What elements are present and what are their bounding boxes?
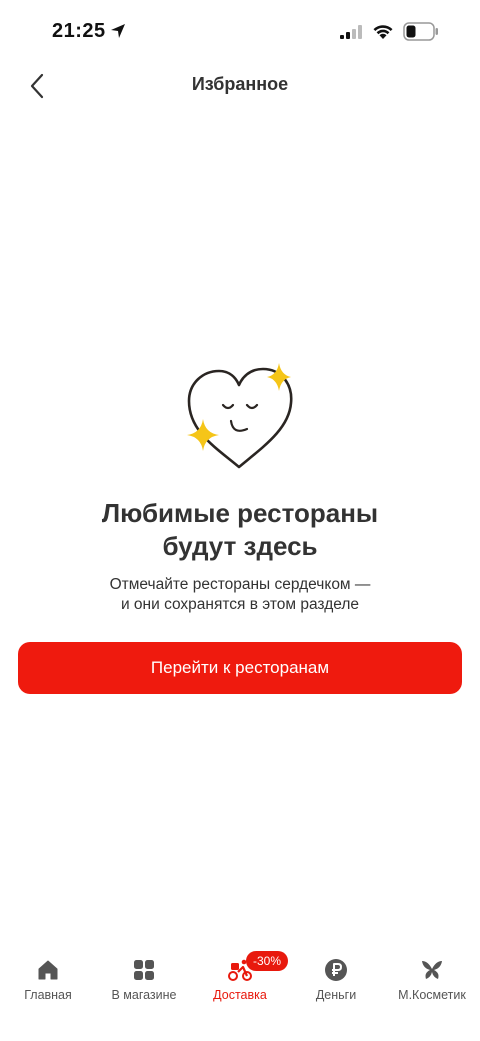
- tab-cosmetics[interactable]: М.Косметик: [384, 958, 480, 1008]
- empty-state-title-line2: будут здесь: [162, 531, 318, 561]
- ruble-icon: [325, 959, 347, 981]
- empty-state-title-line1: Любимые рестораны: [101, 498, 379, 528]
- empty-state-subtitle: Отмечайте рестораны сердечком — и они со…: [0, 575, 480, 615]
- battery-icon: [403, 22, 438, 41]
- wifi-icon: [373, 25, 393, 39]
- grid-icon: [134, 960, 154, 980]
- tab-money-label: Деньги: [315, 988, 357, 1002]
- butterfly-icon: [422, 961, 442, 979]
- tab-cosmetics-label: М.Косметик: [398, 988, 466, 1002]
- tab-home-label: Главная: [24, 988, 72, 1002]
- empty-state: Любимые рестораны будут здесь Отмечайте …: [0, 355, 480, 615]
- cellular-signal-icon: [340, 25, 362, 39]
- go-to-restaurants-button[interactable]: Перейти к ресторанам: [18, 642, 462, 694]
- tab-in-store[interactable]: В магазине: [96, 958, 192, 1008]
- empty-state-subtitle-line1: Отмечайте рестораны сердечком —: [109, 576, 371, 593]
- nav-header: Избранное: [0, 64, 480, 108]
- tab-in-store-label: В магазине: [111, 988, 177, 1002]
- home-icon: [38, 960, 58, 980]
- page-title: Избранное: [191, 74, 289, 94]
- tab-delivery-label: Доставка: [213, 988, 267, 1002]
- location-arrow-icon: [111, 24, 125, 38]
- empty-state-subtitle-line2: и они сохранятся в этом разделе: [120, 596, 360, 613]
- heart-face-illustration-icon: [187, 363, 293, 469]
- status-time: 21:25: [52, 20, 106, 42]
- empty-state-title: Любимые рестораны будут здесь: [0, 497, 480, 563]
- delivery-discount-badge: -30%: [246, 951, 288, 971]
- tab-money[interactable]: Деньги: [288, 958, 384, 1008]
- status-bar: 21:25: [0, 0, 480, 64]
- tab-home[interactable]: Главная: [0, 958, 96, 1008]
